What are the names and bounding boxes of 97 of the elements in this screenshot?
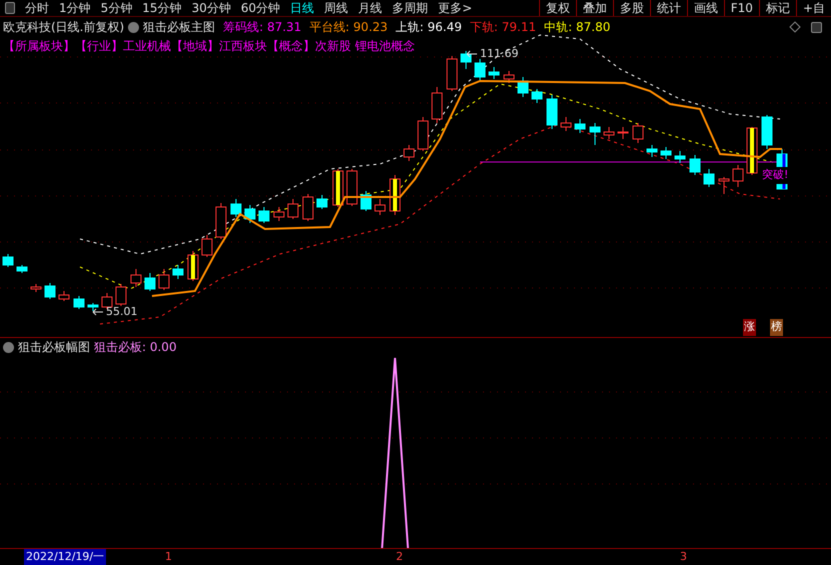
indicator-reading: 狙击必板: 0.00 bbox=[94, 339, 177, 356]
candlestick bbox=[460, 50, 472, 70]
candlestick bbox=[316, 194, 328, 210]
indicator-reading: 平台线: 90.23 bbox=[309, 19, 388, 36]
candlestick bbox=[560, 116, 572, 132]
arrow-icon bbox=[92, 308, 104, 316]
indicator-reading: 中轨: 87.80 bbox=[544, 19, 610, 36]
candlestick bbox=[258, 206, 270, 224]
candlestick bbox=[44, 282, 56, 300]
toolbar-button[interactable]: F10 bbox=[724, 0, 759, 16]
indicator-name: 狙击必板幅图 bbox=[18, 339, 90, 356]
rank-badge[interactable]: 涨 bbox=[743, 319, 756, 336]
period-tab[interactable]: 日线 bbox=[285, 0, 320, 17]
candlestick bbox=[230, 198, 242, 218]
candlestick bbox=[188, 250, 198, 282]
candlestick bbox=[546, 94, 558, 130]
breakout-label: 突破! bbox=[762, 167, 788, 184]
layout-icon[interactable] bbox=[5, 2, 15, 14]
candlestick bbox=[404, 144, 414, 162]
date-cursor-label: 2022/12/19/一 bbox=[24, 549, 106, 565]
indicator-reading: 上轨: 96.49 bbox=[396, 19, 462, 36]
candlestick bbox=[446, 56, 458, 92]
indicator-reading: 下轨: 79.11 bbox=[470, 19, 536, 36]
period-tab[interactable]: 月线 bbox=[353, 0, 388, 17]
axis-tick-label: 1 bbox=[165, 549, 172, 565]
candlestick bbox=[746, 126, 758, 176]
candlestick bbox=[158, 268, 170, 290]
candlestick bbox=[374, 198, 386, 216]
period-tab[interactable]: 30分钟 bbox=[186, 0, 236, 17]
candlestick bbox=[690, 154, 700, 176]
candlestick bbox=[718, 176, 730, 194]
toolbar-button[interactable]: 统计 bbox=[650, 0, 687, 16]
candlestick bbox=[590, 122, 600, 146]
candlestick bbox=[274, 206, 284, 222]
candlestick bbox=[130, 268, 142, 288]
toolbar-button[interactable]: 叠加 bbox=[576, 0, 613, 16]
candlestick bbox=[302, 194, 314, 222]
candlestick bbox=[674, 150, 686, 164]
period-tab[interactable]: 15分钟 bbox=[137, 0, 187, 17]
candlestick bbox=[172, 264, 184, 280]
collapse-icon[interactable] bbox=[3, 342, 14, 352]
sector-tags: 【所属板块】【行业】工业机械【地域】江西板块【概念】次新股 锂电池概念 bbox=[3, 37, 415, 55]
period-tab[interactable]: 分时 bbox=[20, 0, 54, 17]
collapse-icon[interactable] bbox=[128, 22, 140, 32]
candlestick bbox=[360, 190, 372, 212]
candlestick bbox=[574, 118, 586, 134]
candlestick bbox=[646, 144, 658, 158]
candlestick bbox=[16, 264, 28, 274]
axis-tick-label: 3 bbox=[680, 549, 687, 565]
period-tab[interactable]: 多周期 bbox=[387, 0, 434, 17]
toolbar-button[interactable]: 多股 bbox=[612, 0, 650, 16]
candlestick bbox=[244, 204, 256, 224]
indicator-reading: 筹码线: 87.31 bbox=[223, 19, 302, 36]
candlestick bbox=[116, 284, 126, 306]
candlestick bbox=[660, 146, 672, 160]
candlestick bbox=[390, 174, 400, 216]
candlestick bbox=[288, 198, 298, 220]
candlestick bbox=[216, 202, 226, 240]
candlestick bbox=[474, 58, 486, 82]
candlestick bbox=[432, 86, 442, 124]
period-tab[interactable]: 5分钟 bbox=[96, 0, 138, 17]
toggle-icon[interactable] bbox=[811, 22, 822, 32]
candlestick bbox=[618, 126, 628, 140]
candlestick bbox=[346, 168, 358, 206]
high-price-label: 111.69 bbox=[480, 46, 518, 62]
period-tab[interactable]: 1分钟 bbox=[54, 0, 96, 17]
toolbar-button[interactable]: +自 bbox=[796, 0, 831, 16]
period-tab[interactable]: 周线 bbox=[319, 0, 354, 17]
candlestick bbox=[732, 164, 744, 188]
candlestick bbox=[418, 116, 428, 152]
candlestick bbox=[518, 76, 528, 98]
period-tab[interactable]: 更多> bbox=[433, 0, 478, 17]
candlestick bbox=[704, 168, 714, 188]
toolbar-button[interactable]: 复权 bbox=[538, 0, 576, 16]
toolbar-button[interactable]: 标记 bbox=[758, 0, 796, 16]
candlestick bbox=[504, 70, 514, 84]
candlestick bbox=[332, 168, 344, 208]
toolbar-button[interactable]: 画线 bbox=[686, 0, 724, 16]
candlestick bbox=[488, 66, 500, 80]
rank-badge[interactable]: 榜 bbox=[770, 319, 783, 336]
candlestick bbox=[202, 234, 212, 258]
candlestick bbox=[2, 254, 14, 268]
candlestick bbox=[30, 284, 42, 292]
arrow-icon bbox=[466, 50, 478, 58]
candlestick bbox=[144, 272, 156, 292]
candlestick bbox=[762, 114, 772, 150]
candlestick bbox=[604, 126, 614, 140]
candlestick bbox=[58, 290, 70, 302]
chart-title: 欧克科技(日线.前复权) bbox=[3, 19, 124, 36]
low-price-label: 55.01 bbox=[106, 304, 138, 320]
period-tab[interactable]: 60分钟 bbox=[236, 0, 286, 17]
axis-tick-label: 2 bbox=[396, 549, 403, 565]
candlestick bbox=[532, 88, 542, 104]
indicator-name: 狙击必板主图 bbox=[143, 19, 216, 36]
candlestick bbox=[74, 296, 84, 310]
candlestick bbox=[632, 122, 644, 144]
candlestick bbox=[88, 302, 98, 312]
